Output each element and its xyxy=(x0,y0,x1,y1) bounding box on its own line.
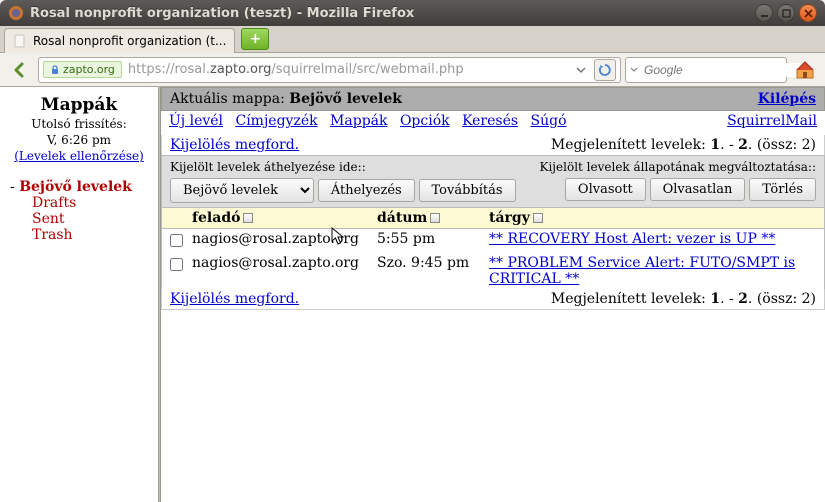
browser-tab-active[interactable]: Rosal nonprofit organization (t... xyxy=(4,28,235,53)
last-refresh-label: Utolsó frissítés: xyxy=(6,117,152,133)
toggle-all-link-bottom[interactable]: Kijelölés megford. xyxy=(170,291,299,307)
folder-header: Aktuális mappa: Bejövő levelek Kilépés xyxy=(161,87,825,111)
folder-sidebar: Mappák Utolsó frissítés: V, 6:26 pm (Lev… xyxy=(0,87,158,502)
tab-title: Rosal nonprofit organization (t... xyxy=(33,34,226,48)
move-target-select[interactable]: Bejövő levelek xyxy=(170,178,314,203)
identity-host: zapto.org xyxy=(63,63,115,76)
window-titlebar: Rosal nonprofit organization (teszt) - M… xyxy=(0,0,825,26)
nav-toolbar: zapto.org https://rosal.zapto.org/squirr… xyxy=(0,53,825,87)
brand-link[interactable]: SquirrelMail xyxy=(727,113,817,129)
chevron-down-icon xyxy=(630,66,638,74)
identity-badge[interactable]: zapto.org xyxy=(43,61,122,78)
delete-button[interactable]: Törlés xyxy=(749,178,816,201)
window-title: Rosal nonprofit organization (teszt) - M… xyxy=(30,6,751,21)
viewing-summary: Megjelenített levelek: 1. - 2. (össz: 2) xyxy=(551,137,816,153)
menu-folders[interactable]: Mappák xyxy=(330,113,387,129)
row-subject-link[interactable]: ** PROBLEM Service Alert: FUTO/SMPT is C… xyxy=(489,255,795,287)
maximize-button[interactable] xyxy=(777,4,795,22)
message-pane: Aktuális mappa: Bejövő levelek Kilépés Ú… xyxy=(161,87,825,502)
sort-subject-icon[interactable] xyxy=(533,213,543,223)
sort-from-icon[interactable] xyxy=(243,213,253,223)
list-status-top: Kijelölés megford. Megjelenített levelek… xyxy=(161,135,825,155)
reload-button[interactable] xyxy=(594,59,616,81)
folder-sent[interactable]: Sent xyxy=(10,211,152,227)
search-bar[interactable] xyxy=(625,57,787,83)
unread-button[interactable]: Olvasatlan xyxy=(650,178,746,201)
sidebar-heading: Mappák xyxy=(6,95,152,115)
url-bar[interactable]: zapto.org https://rosal.zapto.org/squirr… xyxy=(38,57,621,83)
check-mail-link[interactable]: (Levelek ellenőrzése) xyxy=(14,149,144,163)
flag-label: Kijelölt levelek állapotának megváltozta… xyxy=(540,160,817,174)
menu-addresses[interactable]: Címjegyzék xyxy=(235,113,317,129)
move-label: Kijelölt levelek áthelyezése ide:: xyxy=(170,160,516,174)
row-from: nagios@rosal.zapto.org xyxy=(192,231,377,251)
toggle-all-link[interactable]: Kijelölés megford. xyxy=(170,137,299,153)
search-input[interactable] xyxy=(644,63,801,77)
list-status-bottom: Kijelölés megford. Megjelenített levelek… xyxy=(161,289,825,310)
col-date[interactable]: dátum xyxy=(377,210,427,226)
row-checkbox[interactable] xyxy=(170,258,183,271)
dropdown-icon[interactable] xyxy=(576,65,586,75)
folder-trash[interactable]: Trash xyxy=(10,227,152,243)
back-button[interactable] xyxy=(6,57,34,83)
current-folder-label: Aktuális mappa: xyxy=(170,91,285,107)
row-date: 5:55 pm xyxy=(377,231,489,251)
folder-drafts[interactable]: Drafts xyxy=(10,195,152,211)
viewing-summary-bottom: Megjelenített levelek: 1. - 2. (össz: 2) xyxy=(551,291,816,307)
menu-options[interactable]: Opciók xyxy=(400,113,450,129)
url-text: https://rosal.zapto.org/squirrelmail/src… xyxy=(128,62,572,77)
col-subject[interactable]: tárgy xyxy=(489,210,530,226)
forward-button[interactable]: Továbbítás xyxy=(419,179,516,202)
close-button[interactable] xyxy=(799,4,817,22)
minimize-button[interactable] xyxy=(755,4,773,22)
action-bar: Kijelölt levelek áthelyezése ide:: Bejöv… xyxy=(161,155,825,208)
message-row: nagios@rosal.zapto.org Szo. 9:45 pm ** P… xyxy=(161,253,825,289)
row-subject-link[interactable]: ** RECOVERY Host Alert: vezer is UP ** xyxy=(489,231,775,247)
column-headers: feladó dátum tárgy xyxy=(161,208,825,229)
menu-compose[interactable]: Új levél xyxy=(169,113,223,129)
current-folder-value: Bejövő levelek xyxy=(289,91,402,107)
last-refresh-value: V, 6:26 pm xyxy=(6,133,152,149)
move-button[interactable]: Áthelyezés xyxy=(318,179,415,202)
folder-inbox[interactable]: Bejövő levelek xyxy=(19,179,132,195)
page-content: Mappák Utolsó frissítés: V, 6:26 pm (Lev… xyxy=(0,87,825,502)
folder-list: - Bejövő levelek Drafts Sent Trash xyxy=(6,179,152,243)
sort-date-icon[interactable] xyxy=(430,213,440,223)
home-button[interactable] xyxy=(791,57,819,83)
row-checkbox[interactable] xyxy=(170,234,183,247)
main-menu: Új levél Címjegyzék Mappák Opciók Keresé… xyxy=(161,111,825,135)
tab-strip: Rosal nonprofit organization (t... + xyxy=(0,26,825,53)
new-tab-button[interactable]: + xyxy=(241,28,269,50)
menu-search[interactable]: Keresés xyxy=(462,113,518,129)
col-from[interactable]: feladó xyxy=(192,210,240,226)
row-from: nagios@rosal.zapto.org xyxy=(192,255,377,287)
lock-icon xyxy=(50,65,60,75)
menu-help[interactable]: Súgó xyxy=(531,113,567,129)
read-button[interactable]: Olvasott xyxy=(565,178,646,201)
message-row: nagios@rosal.zapto.org 5:55 pm ** RECOVE… xyxy=(161,229,825,253)
firefox-icon xyxy=(8,5,24,21)
logout-link[interactable]: Kilépés xyxy=(758,91,816,107)
page-icon xyxy=(13,34,27,48)
row-date: Szo. 9:45 pm xyxy=(377,255,489,287)
